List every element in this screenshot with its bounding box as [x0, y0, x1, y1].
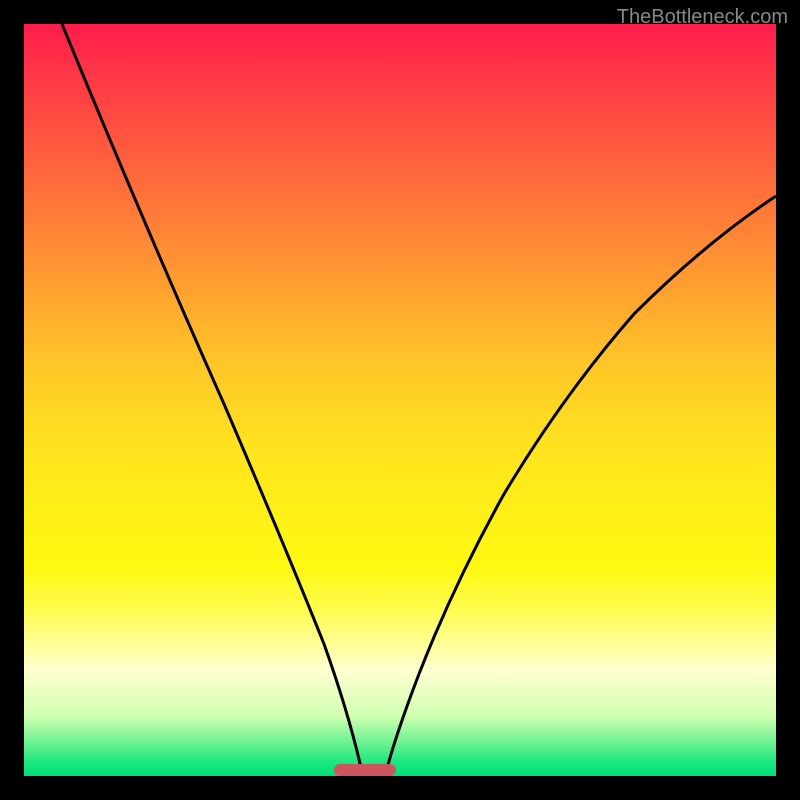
watermark-text: TheBottleneck.com	[617, 6, 788, 29]
right-curve-line	[386, 196, 776, 772]
bottleneck-curves	[24, 24, 776, 776]
chart-area	[24, 24, 776, 776]
bottleneck-marker	[334, 764, 396, 776]
left-curve-line	[62, 24, 362, 772]
